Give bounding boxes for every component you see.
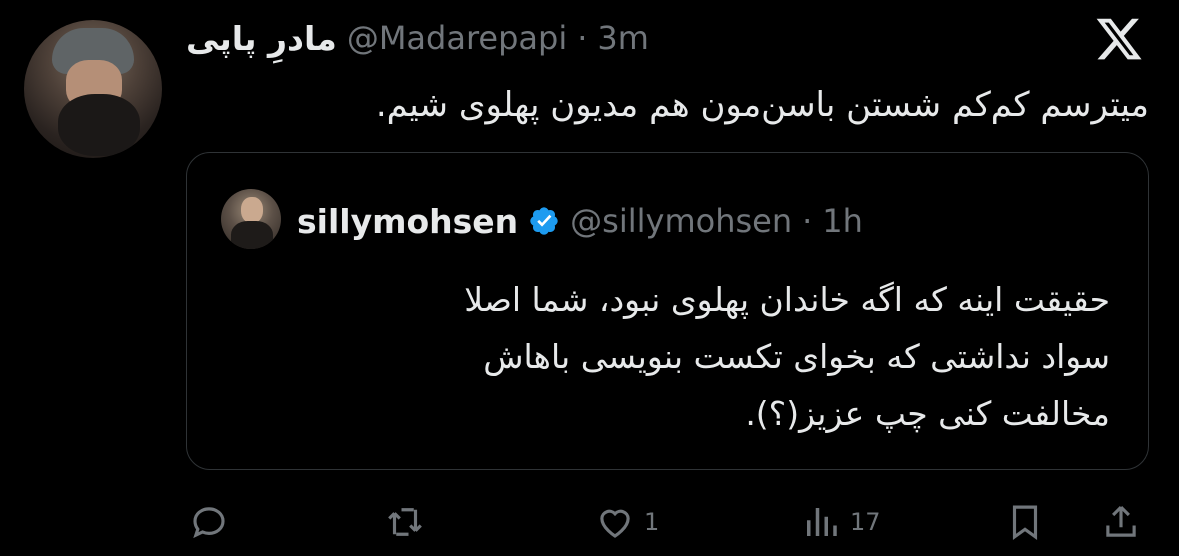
header-separator: · — [577, 19, 588, 57]
quoted-handle[interactable]: @sillymohsen — [570, 202, 792, 240]
tweet-header: مادرِ پاپی @Madarepapi · 3m — [186, 16, 649, 60]
quoted-separator: · — [802, 202, 813, 240]
views-icon — [807, 508, 837, 536]
quoted-line: مخالفت کنی چپ عزیز(؟). — [745, 394, 1110, 433]
share-icon — [1106, 506, 1136, 537]
quoted-avatar-head — [241, 197, 263, 223]
author-handle[interactable]: @Madarepapi — [347, 19, 567, 57]
verified-badge-icon — [530, 207, 558, 235]
author-name[interactable]: مادرِ پاپی — [186, 19, 337, 58]
quoted-time[interactable]: 1h — [822, 202, 863, 240]
x-logo-icon[interactable] — [1094, 14, 1144, 64]
quoted-name[interactable]: sillymohsen — [297, 202, 518, 241]
share-button[interactable] — [1100, 501, 1142, 543]
bookmark-button[interactable] — [1004, 501, 1046, 543]
quoted-avatar-body — [231, 221, 273, 249]
quoted-tweet[interactable]: sillymohsen @sillymohsen · 1h حقیقت اینه… — [186, 152, 1149, 470]
reply-button[interactable] — [188, 501, 230, 543]
tweet-time[interactable]: 3m — [597, 19, 649, 57]
like-count: 1 — [644, 508, 660, 536]
views-count: 17 — [850, 508, 881, 536]
reply-icon — [193, 507, 225, 539]
quoted-line: سواد نداشتی که بخوای تکست بنویسی باهاش — [483, 337, 1110, 376]
tweet-text: میترسم کم‌کم شستن باسن‌مون هم مدیون پهلو… — [375, 85, 1149, 125]
author-avatar[interactable] — [24, 20, 162, 158]
quoted-header: sillymohsen @sillymohsen · 1h — [297, 197, 863, 245]
quoted-avatar[interactable] — [221, 189, 281, 249]
quoted-text: حقیقت اینه که اگه خاندان پهلوی نبود، شما… — [250, 271, 1110, 442]
like-icon — [600, 509, 630, 538]
retweet-icon — [388, 508, 422, 536]
retweet-button[interactable] — [384, 501, 426, 543]
like-button[interactable]: 1 — [594, 501, 659, 543]
action-bar: 1 17 — [0, 495, 1179, 555]
avatar-cat — [58, 94, 140, 156]
quoted-line: حقیقت اینه که اگه خاندان پهلوی نبود، شما… — [464, 280, 1110, 319]
bookmark-icon — [1012, 505, 1038, 540]
views-button[interactable]: 17 — [800, 501, 881, 543]
